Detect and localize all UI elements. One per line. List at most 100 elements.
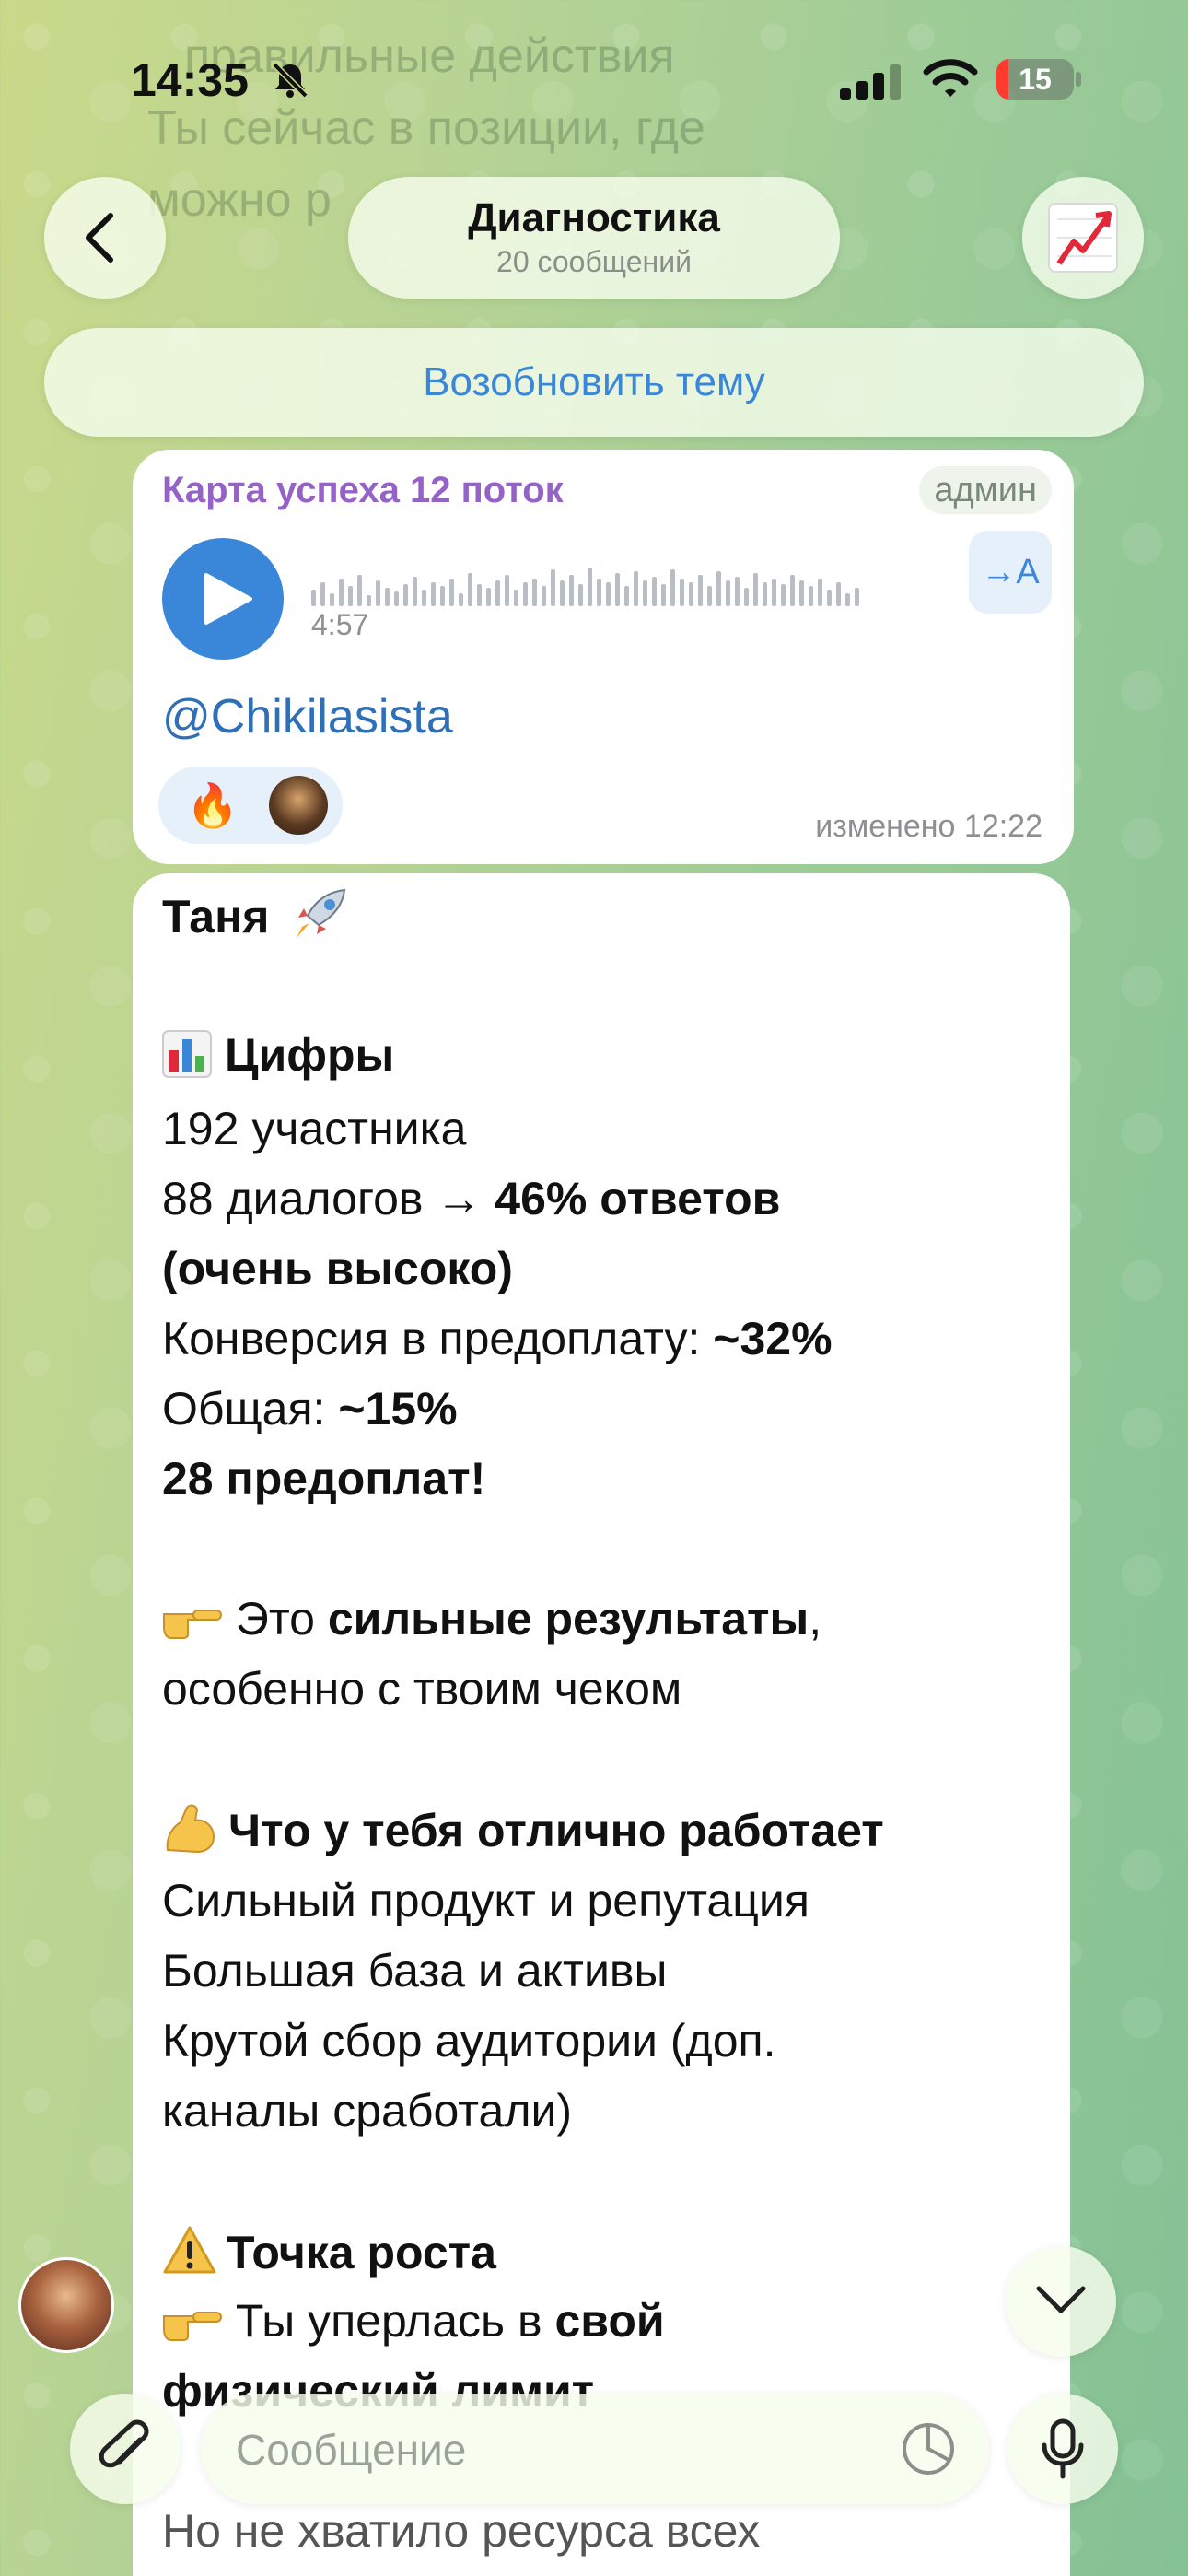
resume-topic-button[interactable]: Возобновить тему (44, 328, 1144, 437)
waveform-bar (440, 586, 445, 606)
microphone-button[interactable] (1007, 2394, 1118, 2504)
summary-line: особенно с твоим чеком (162, 1663, 682, 1715)
microphone-icon (1042, 2418, 1084, 2479)
waveform-bar (514, 590, 518, 606)
battery-indicator: 15 (996, 59, 1081, 100)
edited-timestamp: изменено 12:22 (815, 809, 1042, 844)
waveform-bar (578, 584, 583, 606)
bell-off-icon (272, 62, 309, 99)
waveform-bar (615, 573, 620, 606)
waveform-bar (809, 586, 813, 606)
waveform-bar (753, 573, 758, 606)
waveform-bar (560, 580, 565, 606)
paperclip-icon (99, 2419, 149, 2468)
transcribe-button[interactable]: →A (969, 531, 1052, 614)
waveform-bar (855, 588, 859, 606)
flexed-biceps-icon (166, 1804, 215, 1854)
waveform-bar (357, 575, 362, 606)
fire-reaction: 🔥 (186, 781, 239, 829)
chart-increasing-icon (1048, 203, 1118, 273)
message-placeholder: Сообщение (236, 2426, 467, 2474)
pointing-hand-icon (163, 2312, 222, 2341)
waveform-bar (477, 584, 482, 606)
waveform-bar (772, 579, 776, 606)
attach-button[interactable] (70, 2394, 181, 2504)
message-input[interactable]: Сообщение (201, 2394, 989, 2504)
scroll-down-button[interactable] (1006, 2246, 1116, 2357)
mention-link[interactable]: @Chikilasista (162, 689, 453, 744)
waveform-bar (680, 579, 684, 606)
growth-line: Но не хватило ресурса всех (162, 2505, 761, 2557)
stat-line: 28 предоплат! (162, 1453, 486, 1505)
waveform-bar (320, 582, 325, 606)
waveform-bar (394, 591, 399, 606)
strength-item: Большая база и активы (162, 1945, 668, 1996)
waveform-bar (431, 582, 436, 606)
waveform-bar (827, 590, 832, 606)
waveform-bar (818, 579, 822, 606)
warning-icon (163, 2226, 216, 2274)
waveform-bar (735, 577, 740, 606)
waveform-bar (311, 590, 316, 606)
numbers-heading: Цифры (162, 1028, 394, 1082)
waveform-bar (624, 586, 629, 606)
stat-line: 192 участника (162, 1103, 467, 1154)
stat-line: 88 диалогов → 46% ответов (162, 1173, 781, 1224)
strengths-heading: Что у тебя отлично работает (162, 1802, 884, 1857)
waveform-bar (634, 571, 638, 606)
sticker-icon[interactable] (901, 2421, 956, 2476)
waveform-bar (348, 586, 353, 606)
waveform-bar (523, 582, 528, 606)
reactor-avatar (269, 776, 328, 835)
waveform-bar (367, 595, 371, 606)
waveform-bar (495, 580, 500, 606)
sender-avatar[interactable] (18, 2257, 114, 2353)
waveform-bar (799, 580, 804, 606)
topic-avatar-button[interactable] (1022, 177, 1144, 299)
greeting-line: Таня (162, 886, 350, 943)
waveform-bar (845, 593, 850, 606)
back-button[interactable] (44, 177, 166, 299)
waveform-bar (781, 584, 786, 606)
waveform-bar (698, 575, 703, 606)
stat-line: Конверсия в предоплату: ~32% (162, 1313, 833, 1364)
waveform-bar (716, 571, 721, 606)
chevron-left-icon (86, 213, 113, 263)
waveform-bar (413, 577, 417, 606)
stat-line: (очень высоко) (162, 1243, 513, 1294)
text-message-bubble: Таня Цифры 192 участника 88 диалогов → 4… (133, 873, 1070, 2576)
waveform-bar (385, 588, 390, 606)
topic-title-pill[interactable]: Диагностика 20 сообщений (348, 177, 840, 299)
chevron-down-icon (1036, 2286, 1086, 2313)
waveform-bar (707, 586, 712, 606)
waveform-bar (643, 580, 647, 606)
page-title: Диагностика (468, 195, 720, 240)
voice-message-bubble: Карта успеха 12 поток админ 4:57 →A @Chi… (133, 450, 1074, 864)
audio-waveform[interactable] (311, 551, 882, 606)
waveform-bar (376, 580, 380, 606)
waveform-bar (588, 568, 592, 606)
waveform-bar (459, 593, 463, 606)
stat-line: Общая: ~15% (162, 1383, 458, 1434)
reactions-pill[interactable]: 🔥 (158, 767, 343, 844)
message-count: 20 сообщений (496, 245, 692, 278)
waveform-bar (505, 575, 509, 606)
waveform-bar (330, 593, 334, 606)
waveform-bar (486, 588, 491, 606)
cellular-signal-icon (840, 64, 901, 100)
waveform-bar (670, 569, 675, 606)
waveform-bar (422, 590, 426, 606)
waveform-bar (569, 575, 574, 606)
growth-heading: Точка роста (162, 2224, 496, 2279)
waveform-bar (652, 577, 657, 606)
waveform-bar (726, 580, 730, 606)
waveform-bar (403, 584, 408, 606)
strength-item: Крутой сбор аудитории (доп. (162, 2015, 776, 2067)
play-button[interactable] (162, 538, 284, 660)
strength-item: Сильный продукт и репутация (162, 1875, 809, 1926)
rocket-icon (297, 888, 346, 938)
sender-name[interactable]: Карта успеха 12 поток (162, 470, 564, 511)
admin-badge: админ (919, 466, 1052, 514)
waveform-bar (339, 579, 344, 606)
summary-line: Это сильные результаты, (162, 1592, 821, 1645)
